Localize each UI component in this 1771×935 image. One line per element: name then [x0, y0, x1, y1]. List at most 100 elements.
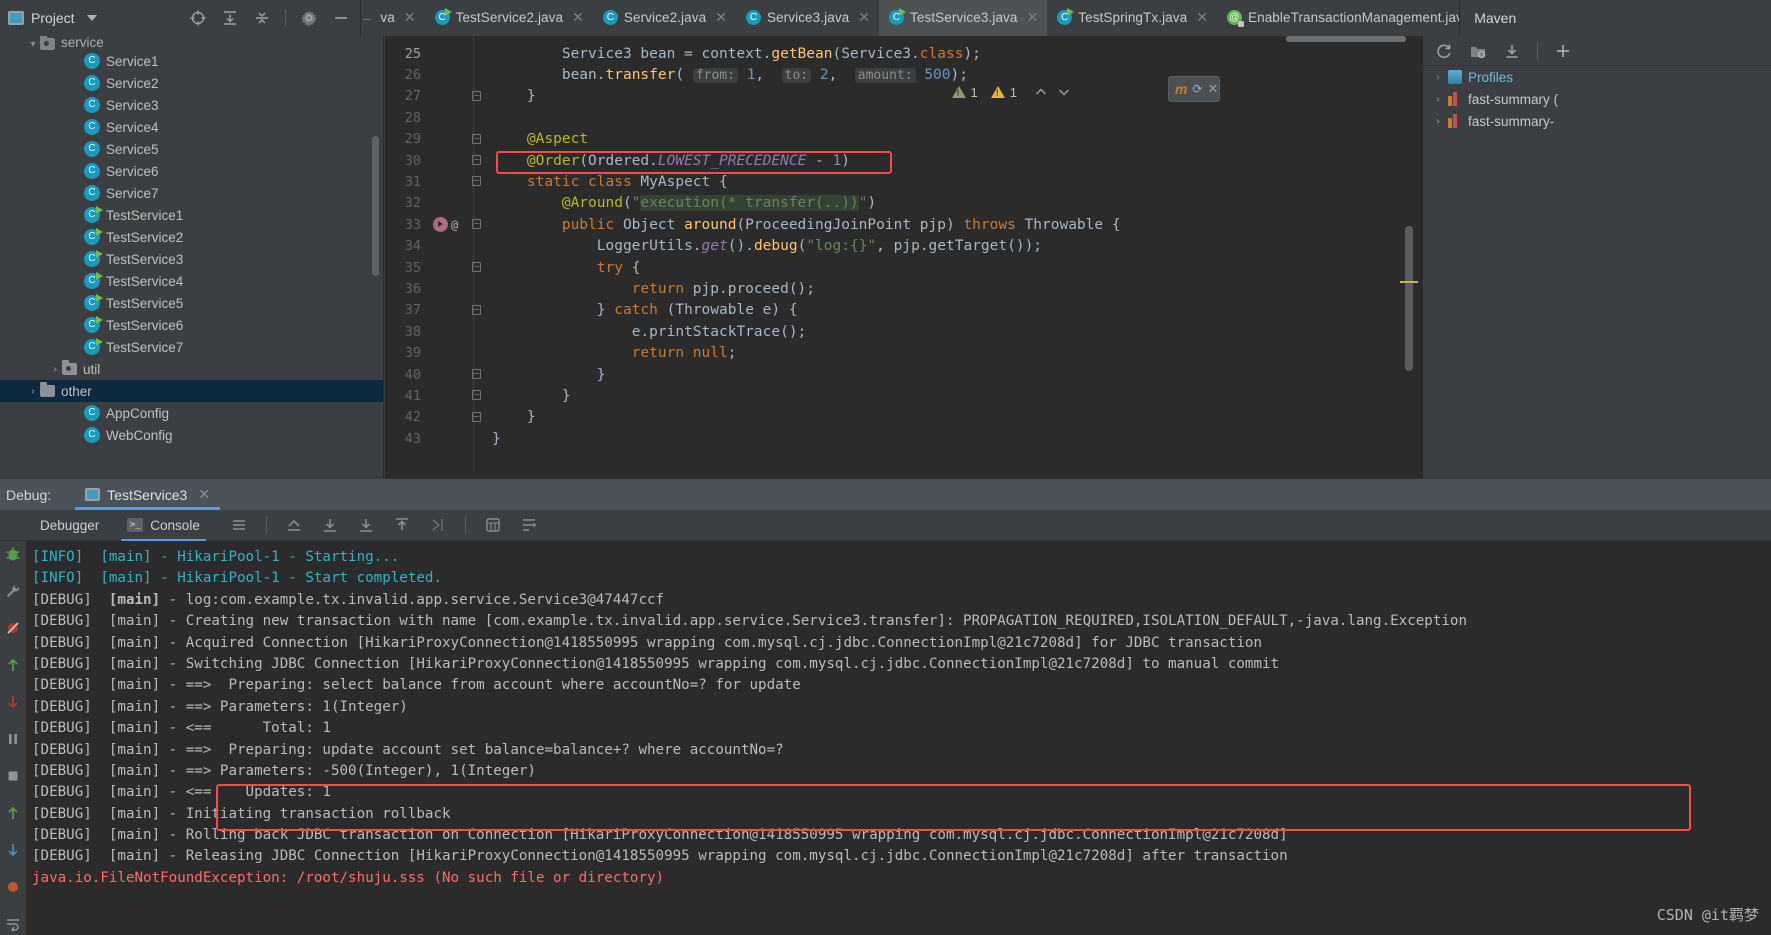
tree-node-testservice2[interactable]: C TestService2: [0, 226, 383, 248]
chevron-right-icon[interactable]: ›: [48, 364, 62, 375]
maven-node-fast-summary-[interactable]: › fast-summary-: [1423, 110, 1771, 132]
code-line-34[interactable]: 34 LoggerUtils.get().debug("log:{}", pjp…: [385, 236, 1422, 257]
close-icon[interactable]: ✕: [404, 9, 416, 26]
editor-gutter-marks[interactable]: [430, 129, 468, 150]
tree-node-service[interactable]: ▾ service: [0, 36, 383, 50]
maven-panel[interactable]: › Profiles › fast-summary (› fast-summary-: [1422, 36, 1771, 479]
close-icon[interactable]: ✕: [858, 9, 870, 26]
soft-wrap-icon[interactable]: [4, 915, 22, 935]
fold-gutter[interactable]: [468, 64, 486, 85]
tab-debugger[interactable]: Debugger: [26, 510, 113, 541]
resume-down-icon[interactable]: [4, 841, 22, 862]
editor-tab-testservice2-java[interactable]: C TestService2.java ✕: [425, 0, 593, 36]
editor-tab-testservice3-java[interactable]: C TestService3.java ✕: [879, 0, 1048, 36]
editor-gutter-marks[interactable]: [430, 171, 468, 192]
maven-node-profiles[interactable]: › Profiles: [1423, 66, 1771, 88]
editor-horizontal-scrollbar[interactable]: [1286, 36, 1406, 42]
chevron-down-icon[interactable]: [86, 15, 97, 21]
fold-gutter[interactable]: –: [468, 129, 486, 150]
inspection-warning-strip[interactable]: 1 1: [951, 80, 1073, 104]
editor-gutter-marks[interactable]: [430, 64, 468, 85]
mute-breakpoints-icon[interactable]: [4, 619, 22, 640]
tree-node-other[interactable]: › other: [0, 380, 383, 402]
editor-vertical-scrollbar[interactable]: [1405, 226, 1413, 371]
collapse-icon[interactable]: –: [472, 176, 481, 187]
close-icon[interactable]: ✕: [198, 486, 210, 503]
editor-gutter-marks[interactable]: [430, 321, 468, 342]
fold-gutter[interactable]: –: [468, 150, 486, 171]
resume-up-icon[interactable]: [4, 804, 22, 825]
debug-side-toolbar[interactable]: [0, 541, 26, 935]
step-into-icon[interactable]: [357, 516, 375, 534]
maven-reimport-floating-button[interactable]: m ⟳ ✕: [1168, 76, 1220, 102]
editor-gutter-marks[interactable]: [430, 107, 468, 128]
console-output[interactable]: [INFO] [main] - HikariPool-1 - Starting.…: [26, 541, 1771, 935]
debug-session-tab[interactable]: TestService3 ✕: [75, 479, 220, 510]
tree-node-webconfig[interactable]: C WebConfig: [0, 424, 383, 446]
code-line-37[interactable]: 37 – } catch (Throwable e) {: [385, 300, 1422, 321]
fold-gutter[interactable]: –: [468, 385, 486, 406]
editor-gutter-marks[interactable]: [430, 300, 468, 321]
project-tree-panel[interactable]: ▾ service C Service1 C Service2 C Service3 C Serv…: [0, 36, 384, 479]
tree-node-testservice6[interactable]: C TestService6: [0, 314, 383, 336]
code-line-40[interactable]: 40 – }: [385, 364, 1422, 385]
collapse-icon[interactable]: –: [472, 368, 481, 379]
tree-node-service7[interactable]: C Service7: [0, 182, 383, 204]
collapse-icon[interactable]: –: [472, 304, 481, 315]
tree-node-service6[interactable]: C Service6: [0, 160, 383, 182]
editor-gutter-marks[interactable]: [430, 428, 468, 449]
tree-node-testservice1[interactable]: C TestService1: [0, 204, 383, 226]
code-line-27[interactable]: 27– }: [385, 86, 1422, 107]
debug-bug-icon[interactable]: [4, 545, 22, 566]
collapse-icon[interactable]: –: [472, 133, 481, 144]
code-line-42[interactable]: 42 – }: [385, 407, 1422, 428]
tree-node-appconfig[interactable]: C AppConfig: [0, 402, 383, 424]
code-line-43[interactable]: 43}: [385, 428, 1422, 449]
maven-add-icon[interactable]: [1554, 42, 1572, 60]
chevron-right-icon[interactable]: ›: [1431, 116, 1445, 127]
fold-gutter[interactable]: –: [468, 407, 486, 428]
code-line-28[interactable]: 28: [385, 107, 1422, 128]
tree-node-service1[interactable]: C Service1: [0, 50, 383, 72]
evaluate-expression-icon[interactable]: [484, 516, 502, 534]
code-line-33[interactable]: 33 @ – public Object around(ProceedingJoin…: [385, 214, 1422, 235]
editor-tab-va[interactable]: va ✕: [370, 0, 424, 36]
editor-gutter-marks[interactable]: [430, 385, 468, 406]
stop-icon[interactable]: [4, 767, 22, 788]
editor-gutter-marks[interactable]: [430, 43, 468, 64]
code-line-30[interactable]: 30 – @Order(Ordered.LOWEST_PRECEDENCE - 1…: [385, 150, 1422, 171]
editor-gutter-marks[interactable]: [430, 407, 468, 428]
code-line-26[interactable]: 26 bean.transfer( from: 1, to: 2, amount…: [385, 64, 1422, 85]
tree-node-service2[interactable]: C Service2: [0, 72, 383, 94]
collapse-icon[interactable]: –: [472, 411, 481, 422]
chevron-down-icon[interactable]: ▾: [26, 39, 40, 50]
collapse-icon[interactable]: –: [472, 90, 481, 101]
tree-node-testservice5[interactable]: C TestService5: [0, 292, 383, 314]
editor-gutter-marks[interactable]: [430, 236, 468, 257]
layout-settings-icon[interactable]: [230, 516, 248, 534]
editor-tab-service3-java[interactable]: C Service3.java ✕: [736, 0, 879, 36]
editor-gutter-marks[interactable]: [430, 193, 468, 214]
tab-console[interactable]: >_ Console: [113, 510, 214, 541]
collapse-icon[interactable]: –: [472, 390, 481, 401]
step-down-icon[interactable]: [4, 693, 22, 714]
locate-target-icon[interactable]: [189, 9, 207, 27]
chevron-right-icon[interactable]: ›: [1431, 72, 1445, 83]
editor-tab-service2-java[interactable]: C Service2.java ✕: [593, 0, 736, 36]
fold-gutter[interactable]: –: [468, 300, 486, 321]
tree-node-service3[interactable]: C Service3: [0, 94, 383, 116]
next-problem-icon[interactable]: [1055, 83, 1073, 101]
close-icon[interactable]: ✕: [572, 9, 584, 26]
project-tree-scrollbar[interactable]: [372, 136, 379, 276]
step-up-icon[interactable]: [4, 656, 22, 677]
fold-gutter[interactable]: –: [468, 364, 486, 385]
code-line-35[interactable]: 35 – try {: [385, 257, 1422, 278]
editor-gutter-marks[interactable]: @: [430, 214, 468, 235]
fold-gutter[interactable]: –: [468, 214, 486, 235]
maven-toolbar[interactable]: [1423, 36, 1771, 66]
fold-gutter[interactable]: [468, 193, 486, 214]
collapse-icon[interactable]: –: [472, 219, 481, 230]
editor-tab-testspringtx-java[interactable]: C TestSpringTx.java ✕: [1047, 0, 1217, 36]
hide-panel-icon[interactable]: [332, 9, 350, 27]
editor-gutter-marks[interactable]: [430, 86, 468, 107]
